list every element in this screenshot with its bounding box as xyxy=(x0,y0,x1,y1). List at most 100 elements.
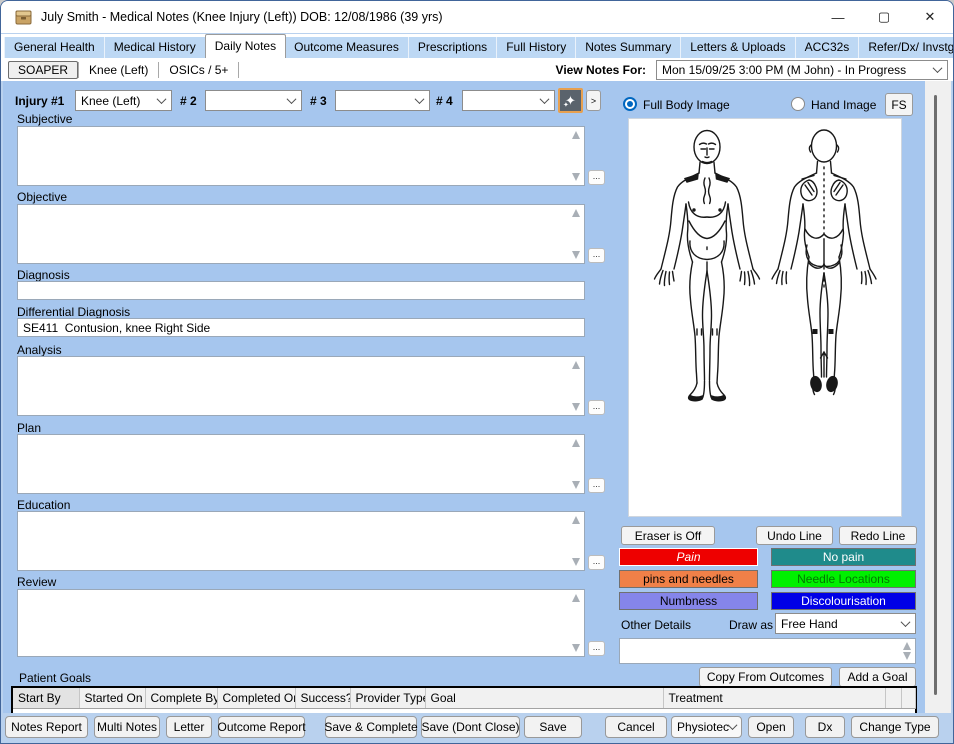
col-completed-on[interactable]: Completed On xyxy=(217,688,295,708)
draw-as-value: Free Hand xyxy=(781,617,838,631)
objective-more-button[interactable]: ... xyxy=(588,248,605,263)
col-success[interactable]: Success? xyxy=(295,688,350,708)
scroll-up-icon[interactable] xyxy=(572,516,580,524)
hand-image-radio[interactable] xyxy=(791,97,805,111)
scroll-up-icon[interactable] xyxy=(572,594,580,602)
col-treatment[interactable]: Treatment xyxy=(663,688,885,708)
maximize-icon[interactable]: ▢ xyxy=(861,1,907,33)
body-chart-canvas[interactable] xyxy=(628,118,902,517)
subjective-textarea[interactable]: ... xyxy=(17,126,585,186)
patient-goals-table[interactable]: Start By Started On Complete By Complete… xyxy=(11,686,917,715)
dx-button[interactable]: Dx xyxy=(805,716,845,738)
scroll-down-icon[interactable] xyxy=(903,652,911,660)
view-notes-for-select[interactable]: Mon 15/09/25 3:00 PM (M John) - In Progr… xyxy=(656,60,948,80)
undo-line-button[interactable]: Undo Line xyxy=(756,526,833,545)
pins-and-needles-color-button[interactable]: pins and needles xyxy=(619,570,758,588)
add-a-goal-button[interactable]: Add a Goal xyxy=(839,667,916,687)
tab-notes-summary[interactable]: Notes Summary xyxy=(576,37,681,58)
tab-medical-history[interactable]: Medical History xyxy=(105,37,206,58)
separator xyxy=(238,62,239,78)
subtab-soaper[interactable]: SOAPER xyxy=(8,61,78,79)
plan-more-button[interactable]: ... xyxy=(588,478,605,493)
subjective-label: Subjective xyxy=(17,112,72,126)
scroll-up-icon[interactable] xyxy=(572,361,580,369)
tab-general-health[interactable]: General Health xyxy=(4,37,105,58)
education-more-button[interactable]: ... xyxy=(588,555,605,570)
tab-full-history[interactable]: Full History xyxy=(497,37,576,58)
scroll-down-icon[interactable] xyxy=(572,403,580,411)
subtab-knee-left[interactable]: Knee (Left) xyxy=(79,63,158,77)
discolourisation-color-button[interactable]: Discolourisation xyxy=(771,592,916,610)
col-complete-by[interactable]: Complete By xyxy=(145,688,217,708)
diagnosis-input[interactable] xyxy=(17,281,585,300)
multi-notes-button[interactable]: Multi Notes xyxy=(94,716,160,738)
scroll-up-icon[interactable] xyxy=(903,642,911,650)
eraser-toggle-button[interactable]: Eraser is Off xyxy=(621,526,715,545)
subjective-more-button[interactable]: ... xyxy=(588,170,605,185)
tab-acc32s[interactable]: ACC32s xyxy=(796,37,860,58)
chevron-down-icon xyxy=(415,94,425,104)
col-provider-type[interactable]: Provider Type xyxy=(350,688,425,708)
other-details-textarea[interactable] xyxy=(619,638,916,664)
patient-goals-label: Patient Goals xyxy=(19,671,91,685)
full-body-image-radio[interactable] xyxy=(623,97,637,111)
outcome-report-button[interactable]: Outcome Report xyxy=(218,716,305,738)
fullscreen-button[interactable]: FS xyxy=(885,93,913,116)
provider-select[interactable]: Physiotec xyxy=(671,716,742,738)
copy-from-outcomes-button[interactable]: Copy From Outcomes xyxy=(699,667,832,687)
analysis-label: Analysis xyxy=(17,343,62,357)
col-goal[interactable]: Goal xyxy=(425,688,663,708)
scroll-up-icon[interactable] xyxy=(572,439,580,447)
scroll-down-icon[interactable] xyxy=(572,173,580,181)
close-icon[interactable]: ✕ xyxy=(907,1,953,33)
review-textarea[interactable]: ... xyxy=(17,589,585,657)
needle-locations-color-button[interactable]: Needle Locations xyxy=(771,570,916,588)
notes-report-button[interactable]: Notes Report xyxy=(5,716,88,738)
draw-as-select[interactable]: Free Hand xyxy=(775,613,916,634)
tab-letters-uploads[interactable]: Letters & Uploads xyxy=(681,37,795,58)
subtab-osics[interactable]: OSICs / 5+ xyxy=(159,63,238,77)
plan-textarea[interactable]: ... xyxy=(17,434,585,494)
provider-value: Physiotec xyxy=(677,720,729,734)
numbness-color-button[interactable]: Numbness xyxy=(619,592,758,610)
injury-4-select[interactable] xyxy=(462,90,555,111)
injury-2-select[interactable] xyxy=(205,90,302,111)
view-notes-for-label: View Notes For: xyxy=(556,63,646,77)
tab-daily-notes[interactable]: Daily Notes xyxy=(205,34,286,58)
change-type-button[interactable]: Change Type xyxy=(851,716,939,738)
scroll-down-icon[interactable] xyxy=(572,481,580,489)
tab-outcome-measures[interactable]: Outcome Measures xyxy=(285,37,409,58)
no-pain-color-button[interactable]: No pain xyxy=(771,548,916,566)
injury-1-select[interactable]: Knee (Left) xyxy=(75,90,172,111)
pain-color-button[interactable]: Pain xyxy=(619,548,758,566)
splitter-handle[interactable] xyxy=(934,95,937,695)
save-dont-close-button[interactable]: Save (Dont Close) xyxy=(421,716,520,738)
differential-diagnosis-input[interactable]: SE411 Contusion, knee Right Side xyxy=(17,318,585,337)
save-button[interactable]: Save xyxy=(524,716,582,738)
ai-assist-button[interactable]: ✦ ✦ xyxy=(558,88,583,113)
open-button[interactable]: Open xyxy=(748,716,794,738)
scroll-up-icon[interactable] xyxy=(572,209,580,217)
minimize-icon[interactable]: — xyxy=(815,1,861,33)
redo-line-button[interactable]: Redo Line xyxy=(839,526,917,545)
objective-textarea[interactable]: ... xyxy=(17,204,585,264)
scroll-down-icon[interactable] xyxy=(572,251,580,259)
scroll-down-icon[interactable] xyxy=(572,558,580,566)
education-textarea[interactable]: ... xyxy=(17,511,585,571)
scroll-up-icon[interactable] xyxy=(572,131,580,139)
review-more-button[interactable]: ... xyxy=(588,641,605,656)
scroll-down-icon[interactable] xyxy=(572,644,580,652)
col-start-by[interactable]: Start By xyxy=(13,688,79,708)
analysis-more-button[interactable]: ... xyxy=(588,400,605,415)
letter-button[interactable]: Letter xyxy=(166,716,212,738)
expand-arrow-button[interactable]: > xyxy=(586,90,601,111)
sub-tab-row: SOAPER Knee (Left) OSICs / 5+ View Notes… xyxy=(1,58,953,81)
tab-prescriptions[interactable]: Prescriptions xyxy=(409,37,497,58)
tab-refer-dx-invstg[interactable]: Refer/Dx/ Invstg xyxy=(859,37,954,58)
cancel-button[interactable]: Cancel xyxy=(605,716,667,738)
injury-3-select[interactable] xyxy=(335,90,430,111)
bottom-toolbar: Notes Report Multi Notes Letter Outcome … xyxy=(3,713,951,740)
col-started-on[interactable]: Started On xyxy=(79,688,145,708)
save-and-complete-button[interactable]: Save & Complete xyxy=(325,716,417,738)
analysis-textarea[interactable]: ... xyxy=(17,356,585,416)
